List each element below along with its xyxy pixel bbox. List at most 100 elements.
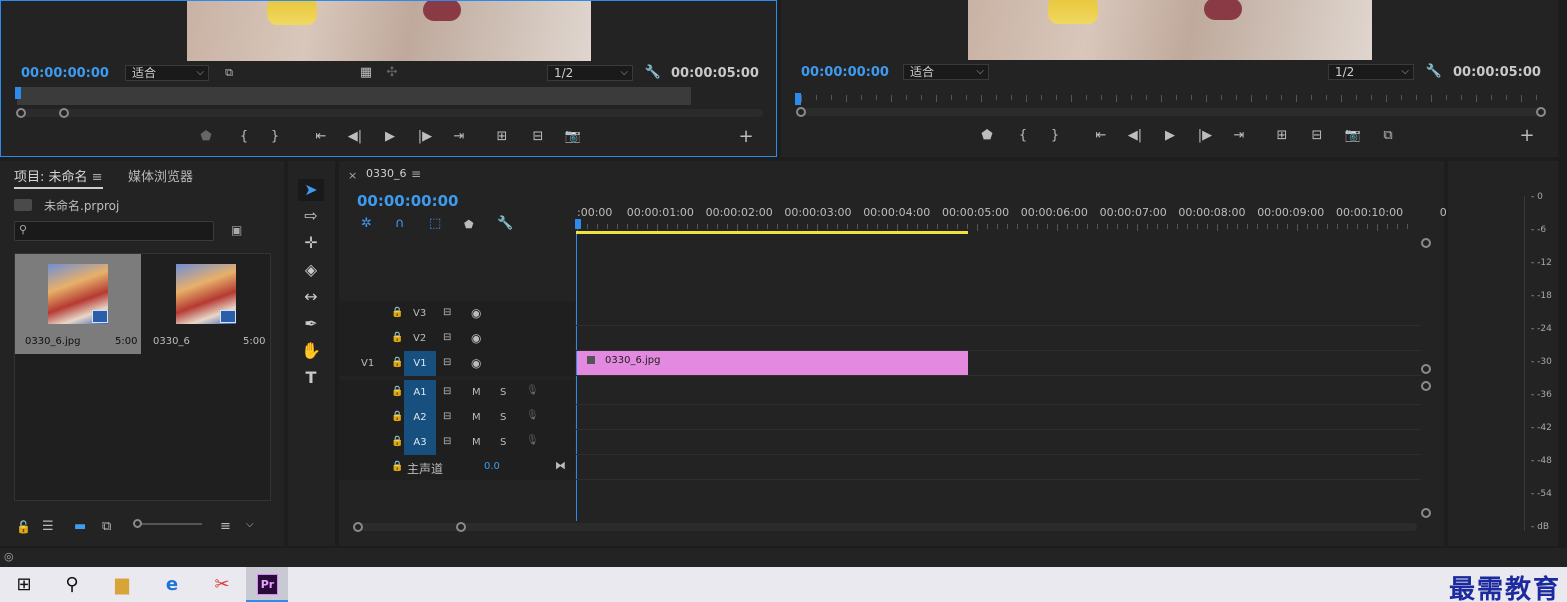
mute-button[interactable]: M — [472, 437, 481, 448]
microphone-icon[interactable]: 🎙 — [526, 410, 539, 421]
sort-icon[interactable]: ≡ — [220, 519, 231, 534]
program-resolution-dropdown[interactable]: 1/2 ⌵ — [1328, 64, 1414, 80]
timeline-zoom-right-handle[interactable] — [456, 522, 466, 532]
snap-icon[interactable]: ∩ — [395, 216, 405, 231]
icon-view-icon[interactable]: ▬ — [74, 519, 86, 534]
lock-icon[interactable]: 🔓 — [16, 520, 31, 534]
slip-tool-icon[interactable]: ↔ — [298, 286, 324, 308]
program-marker-icon[interactable]: ⬟ — [977, 128, 997, 144]
track-target-a2[interactable]: A2 — [404, 405, 436, 430]
program-step-forward-icon[interactable]: |▶ — [1195, 128, 1215, 144]
snipping-tool-icon[interactable]: ✂ — [198, 567, 246, 602]
microphone-icon[interactable]: 🎙 — [526, 385, 539, 396]
solo-button[interactable]: S — [500, 437, 506, 448]
source-marker-icon[interactable]: ⬟ — [196, 129, 216, 145]
source-play-icon[interactable]: ▶ — [380, 129, 400, 145]
audio-scroll-bottom-handle[interactable] — [1421, 508, 1431, 518]
timeline-zoom-scrollbar[interactable] — [355, 523, 1417, 531]
program-zoom-right-handle[interactable] — [1536, 107, 1546, 117]
program-export-frame-icon[interactable]: 📷 — [1343, 128, 1363, 144]
track-row-a3[interactable]: 🔒 A3 ⊟ M S 🎙 — [339, 430, 1421, 455]
track-lock-icon[interactable]: 🔒 — [391, 357, 403, 368]
source-step-back-icon[interactable]: ◀| — [345, 129, 365, 145]
search-icon[interactable]: ⚲ — [48, 567, 96, 602]
selection-tool-icon[interactable]: ➤ — [298, 179, 324, 201]
timeline-settings-icon[interactable]: 🔧 — [497, 216, 513, 231]
freeform-view-icon[interactable]: ⧉ — [102, 519, 111, 534]
source-fit-dropdown[interactable]: 适合 ⌵ — [125, 65, 209, 81]
sync-lock-icon[interactable]: ⊟ — [443, 386, 451, 397]
search-input[interactable]: ⚲ — [14, 221, 214, 241]
program-playhead[interactable] — [795, 93, 801, 105]
program-mark-in-icon[interactable]: { — [1013, 128, 1033, 144]
track-lock-icon[interactable]: 🔒 — [391, 307, 403, 318]
source-insert-icon[interactable]: ⊞ — [492, 129, 512, 145]
tab-project[interactable]: 项目: 未命名 ≡ — [14, 166, 103, 189]
track-target-a3[interactable]: A3 — [404, 430, 436, 455]
track-lock-icon[interactable]: 🔒 — [391, 332, 403, 343]
pen-tool-icon[interactable]: ✒ — [298, 313, 324, 335]
program-current-timecode[interactable]: 00:00:00:00 — [801, 65, 889, 80]
solo-button[interactable]: S — [500, 387, 506, 398]
list-view-icon[interactable]: ☰ — [42, 519, 54, 534]
track-select-tool-icon[interactable]: ⇨ — [298, 205, 324, 227]
source-resolution-dropdown[interactable]: 1/2 ⌵ — [547, 65, 633, 81]
source-mark-in-icon[interactable]: { — [234, 129, 254, 145]
ripple-edit-tool-icon[interactable]: ✛ — [298, 232, 324, 254]
premiere-taskbar-item[interactable]: Pr — [246, 567, 288, 602]
sync-lock-icon[interactable]: ⊟ — [443, 436, 451, 447]
program-go-to-in-icon[interactable]: ⇤ — [1091, 128, 1111, 144]
sequence-tab[interactable]: 0330_6 — [366, 167, 407, 180]
sync-lock-icon[interactable]: ⊟ — [443, 357, 451, 368]
source-drag-icon[interactable]: ✣ — [382, 65, 402, 81]
source-add-button-icon[interactable]: + — [736, 128, 756, 146]
sort-chevron-icon[interactable]: ⌵ — [246, 519, 254, 530]
hand-tool-icon[interactable]: ✋ — [298, 340, 324, 362]
track-row-v2[interactable]: 🔒 V2 ⊟ ◉ — [339, 326, 1421, 351]
track-lock-icon[interactable]: 🔒 — [391, 436, 403, 447]
solo-button[interactable]: S — [500, 412, 506, 423]
new-search-bin-icon[interactable]: ▣ — [231, 223, 242, 237]
source-zoom-right-handle[interactable] — [59, 108, 69, 118]
type-tool-icon[interactable]: T — [298, 367, 324, 389]
track-label[interactable]: V2 — [413, 333, 426, 344]
source-settings-icon[interactable]: ▦ — [356, 65, 376, 81]
source-export-frame-icon[interactable]: 📷 — [563, 129, 583, 145]
program-zoom-scrollbar[interactable] — [799, 108, 1543, 116]
close-sequence-icon[interactable]: × — [348, 169, 357, 182]
source-time-ruler[interactable] — [17, 87, 691, 105]
source-zoom-left-handle[interactable] — [16, 108, 26, 118]
add-marker-icon[interactable]: ⬟ — [464, 218, 474, 231]
source-step-forward-icon[interactable]: |▶ — [415, 129, 435, 145]
source-go-to-in-icon[interactable]: ⇤ — [311, 129, 331, 145]
track-row-v1[interactable]: V1 🔒 V1 ⊟ ◉ 0330_6.jpg — [339, 351, 1421, 376]
source-patch-label[interactable]: V1 — [361, 358, 374, 369]
timeline-zoom-left-handle[interactable] — [353, 522, 363, 532]
sync-lock-icon[interactable]: ⊟ — [443, 411, 451, 422]
file-explorer-icon[interactable]: ▆ — [98, 567, 146, 602]
timeline-playhead-head[interactable] — [575, 219, 581, 229]
track-row-a2[interactable]: 🔒 A2 ⊟ M S 🎙 — [339, 405, 1421, 430]
video-clip[interactable]: 0330_6.jpg — [577, 351, 968, 375]
video-scroll-bottom-handle[interactable] — [1421, 364, 1431, 374]
track-lock-icon[interactable]: 🔒 — [391, 461, 403, 472]
source-current-timecode[interactable]: 00:00:00:00 — [21, 66, 109, 81]
tab-media-browser[interactable]: 媒体浏览器 — [128, 166, 193, 185]
project-item-sequence[interactable]: 0330_6 5:00 — [143, 254, 269, 354]
status-icon[interactable]: ◎ — [4, 550, 14, 563]
project-menu-icon[interactable]: ≡ — [92, 170, 103, 185]
zoom-slider-handle[interactable] — [133, 519, 142, 528]
program-play-icon[interactable]: ▶ — [1160, 128, 1180, 144]
source-zoom-scrollbar[interactable] — [19, 109, 763, 117]
program-add-button-icon[interactable]: + — [1517, 127, 1537, 145]
audio-scroll-top-handle[interactable] — [1421, 381, 1431, 391]
mute-button[interactable]: M — [472, 412, 481, 423]
linked-selection-icon[interactable]: ⬚ — [429, 216, 441, 231]
master-volume-value[interactable]: 0.0 — [484, 461, 500, 472]
sync-lock-icon[interactable]: ⊟ — [443, 307, 451, 318]
source-mark-out-icon[interactable]: } — [265, 129, 285, 145]
work-area-bar[interactable] — [576, 231, 968, 234]
source-overwrite-icon[interactable]: ⊟ — [528, 129, 548, 145]
program-extract-icon[interactable]: ⊟ — [1307, 128, 1327, 144]
program-compare-icon[interactable]: ⧉ — [1378, 128, 1398, 144]
